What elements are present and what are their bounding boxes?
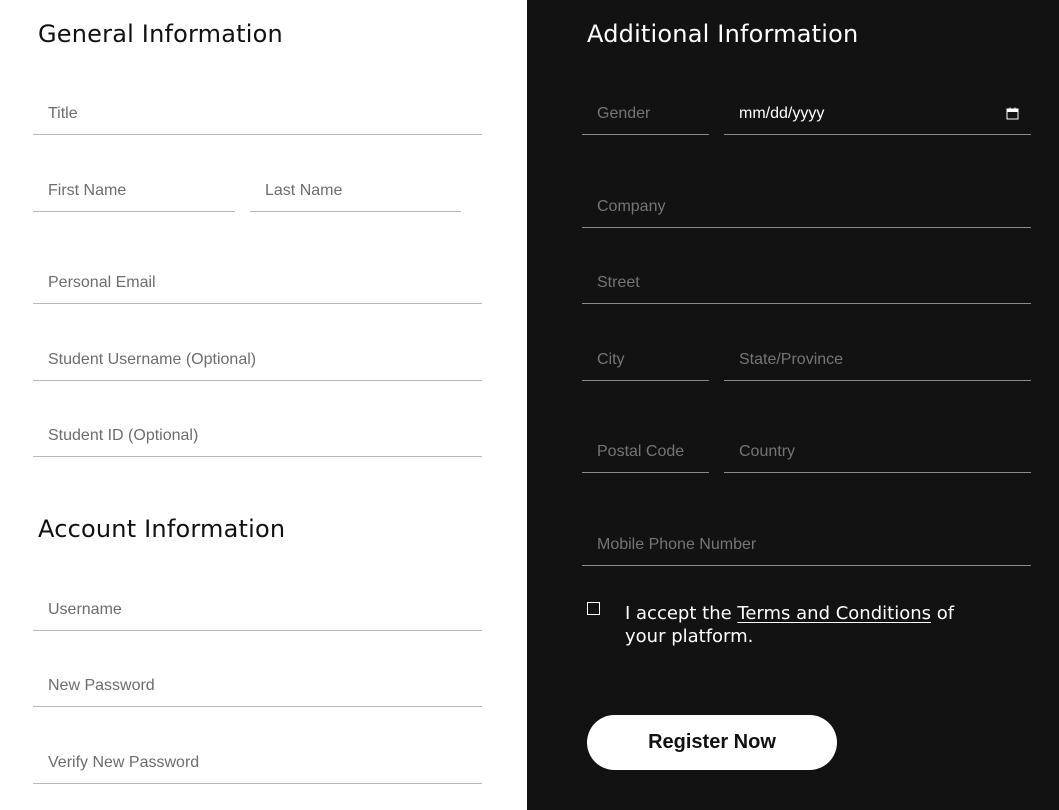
- street-input[interactable]: [597, 273, 1019, 292]
- birth-date-value[interactable]: mm/dd/yyyy: [739, 105, 824, 123]
- company-field[interactable]: [582, 186, 1031, 228]
- state-province-field[interactable]: [724, 339, 1031, 381]
- title-field[interactable]: [33, 93, 482, 135]
- verify-password-field[interactable]: [33, 742, 482, 784]
- username-input[interactable]: [48, 600, 470, 619]
- new-password-input[interactable]: [48, 676, 470, 695]
- gender-input[interactable]: [597, 104, 697, 123]
- last-name-input[interactable]: [265, 181, 449, 200]
- student-username-field[interactable]: [33, 339, 482, 381]
- terms-link[interactable]: Terms and Conditions: [737, 603, 931, 624]
- country-input[interactable]: [739, 442, 1019, 461]
- company-input[interactable]: [597, 197, 1019, 216]
- calendar-icon[interactable]: [1006, 107, 1019, 120]
- city-input[interactable]: [597, 350, 697, 369]
- postal-code-input[interactable]: [597, 442, 697, 461]
- terms-text: I accept the Terms and Conditions of you…: [625, 602, 997, 648]
- postal-code-field[interactable]: [582, 431, 709, 473]
- state-province-input[interactable]: [739, 350, 1019, 369]
- left-panel: General Information Account Information: [0, 0, 527, 810]
- terms-prefix: I accept the: [625, 603, 738, 624]
- new-password-field[interactable]: [33, 665, 482, 707]
- mobile-phone-field[interactable]: [582, 524, 1031, 566]
- student-username-input[interactable]: [48, 350, 470, 369]
- additional-information-heading: Additional Information: [587, 20, 859, 48]
- general-information-heading: General Information: [38, 20, 283, 48]
- street-field[interactable]: [582, 262, 1031, 304]
- title-input[interactable]: [48, 104, 470, 123]
- terms-checkbox[interactable]: [587, 602, 600, 615]
- student-id-field[interactable]: [33, 415, 482, 457]
- personal-email-input[interactable]: [48, 273, 470, 292]
- verify-password-input[interactable]: [48, 753, 470, 772]
- gender-field[interactable]: [582, 93, 709, 135]
- account-information-heading: Account Information: [38, 515, 286, 543]
- registration-page: General Information Account Information: [0, 0, 1059, 810]
- first-name-input[interactable]: [48, 181, 223, 200]
- first-name-field[interactable]: [33, 170, 235, 212]
- student-id-input[interactable]: [48, 426, 470, 445]
- country-field[interactable]: [724, 431, 1031, 473]
- city-field[interactable]: [582, 339, 709, 381]
- mobile-phone-input[interactable]: [597, 535, 1019, 554]
- username-field[interactable]: [33, 589, 482, 631]
- birth-date-field[interactable]: mm/dd/yyyy: [724, 93, 1031, 135]
- personal-email-field[interactable]: [33, 262, 482, 304]
- register-now-button[interactable]: Register Now: [587, 715, 837, 770]
- last-name-field[interactable]: [250, 170, 461, 212]
